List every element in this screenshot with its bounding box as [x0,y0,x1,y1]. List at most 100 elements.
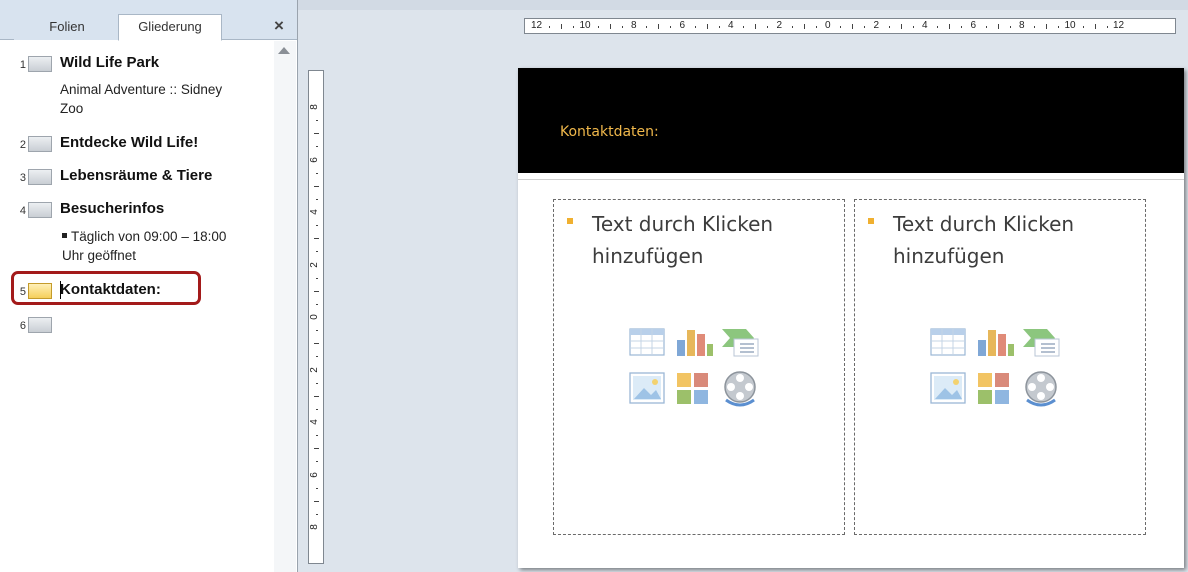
top-separator [298,0,1188,10]
slide-bullet[interactable]: Täglich von 09:00 – 18:00 Uhr geöffnet [62,227,242,265]
ruler-tick [1082,26,1084,28]
horizontal-ruler[interactable]: 12 10 8 6 4 2 0 2 4 6 8 10 12 [524,18,1176,34]
ruler-tick [961,26,963,28]
smartart-icon[interactable] [1021,326,1063,358]
ruler-label: 8 [631,20,637,31]
placeholder-text[interactable]: Text durch Klicken hinzufügen [893,208,1123,272]
media-icon[interactable] [1021,368,1061,408]
ruler-tick [316,303,318,305]
vertical-ruler[interactable]: 8 6 4 2 0 2 4 6 8 [308,70,324,564]
ruler-tick [316,461,318,463]
ruler-tick [316,330,318,332]
ruler-tick [815,26,817,28]
slide-thumbnail-icon[interactable] [28,169,52,185]
text-cursor [60,281,61,299]
chart-icon[interactable] [674,326,716,358]
slide-title-text[interactable]: Kontaktdaten: [560,124,659,140]
slide-title[interactable]: Besucherinfos [60,200,164,217]
ruler-tick [316,277,318,279]
ruler-label: 10 [1064,20,1076,31]
ruler-tick [949,24,951,29]
ruler-tick [755,24,757,29]
ruler-label: 12 [1113,20,1125,31]
slide-thumbnail-icon[interactable] [28,56,52,72]
ruler-tick [706,24,708,29]
slide-title[interactable]: Entdecke Wild Life! [60,134,198,151]
ruler-tick [316,198,318,200]
ruler-label: 4 [308,209,320,215]
ruler-tick [997,24,999,29]
clipart-icon[interactable] [975,370,1015,406]
ruler-tick [316,146,318,148]
ruler-tick [316,356,318,358]
ruler-tick [864,26,866,28]
ruler-tick [314,343,319,345]
pane-tabbar: Folien Gliederung × [0,0,297,41]
tab-gliederung[interactable]: Gliederung [118,14,222,41]
close-pane-icon[interactable]: × [270,17,288,35]
picture-icon[interactable] [929,370,969,406]
chart-icon[interactable] [975,326,1017,358]
outline-scrollbar[interactable] [274,41,296,572]
tab-folien[interactable]: Folien [14,14,120,40]
scroll-up-arrow-icon[interactable] [278,47,290,54]
bullet-square-icon [62,232,67,238]
ruler-tick [316,487,318,489]
smartart-icon[interactable] [720,326,762,358]
ruler-label: 4 [308,419,320,425]
ruler-tick [314,500,319,502]
ruler-tick [1046,24,1048,29]
slide-thumbnail-icon[interactable] [28,202,52,218]
ruler-tick [1106,26,1108,28]
ruler-label: 6 [308,156,320,163]
slide-thumbnail-icon[interactable] [28,317,52,333]
ruler-tick [718,26,720,28]
slide-thumbnail-icon[interactable] [28,136,52,152]
ruler-tick [316,120,318,122]
table-icon[interactable] [929,326,969,358]
content-placeholder-right[interactable]: Text durch Klicken hinzufügen [854,199,1146,535]
outline-pane: Folien Gliederung × 1 Wild Life Park Ani… [0,0,298,572]
ruler-label: 2 [308,261,320,268]
slide-number: 2 [19,139,26,151]
placeholder-text[interactable]: Text durch Klicken hinzufügen [592,208,822,272]
table-icon[interactable] [628,326,668,358]
ruler-tick [314,290,319,292]
slide-editing-area: 12 10 8 6 4 2 0 2 4 6 8 10 12 8 6 4 2 0 2 4 6 8 Kontaktdaten… [298,0,1188,572]
ruler-label: 8 [308,524,320,530]
ruler-tick [1034,26,1036,28]
ruler-label: 6 [970,20,977,31]
ruler-tick [549,26,551,28]
ruler-tick [597,26,599,28]
ruler-tick [314,185,319,187]
content-icon-group [628,326,762,412]
bullet-icon [567,218,573,224]
ruler-tick [316,408,318,410]
ruler-tick [743,26,745,28]
selection-highlight [11,271,201,305]
ruler-label: 10 [579,20,591,31]
ruler-tick [621,26,623,28]
ruler-label: 2 [776,20,783,31]
ruler-tick [561,24,563,29]
ruler-label: 8 [308,104,320,110]
ruler-tick [314,238,319,240]
slide-title[interactable]: Lebensräume & Tiere [60,167,212,184]
clipart-icon[interactable] [674,370,714,406]
slide-number: 1 [19,59,26,71]
slide-title[interactable]: Wild Life Park [60,54,159,71]
ruler-tick [1094,24,1096,29]
ruler-tick [912,26,914,28]
slide-divider [518,173,1184,180]
media-icon[interactable] [720,368,760,408]
ruler-label: 0 [308,314,320,320]
ruler-label: 4 [922,20,928,31]
picture-icon[interactable] [628,370,668,406]
slide-body-text[interactable]: Animal Adventure :: Sidney Zoo [60,80,240,118]
ruler-tick [803,24,805,29]
slide-canvas: Kontaktdaten: Text durch Klicken hinzufü… [518,68,1184,568]
ruler-tick [900,24,902,29]
content-placeholder-left[interactable]: Text durch Klicken hinzufügen [553,199,845,535]
bullet-icon [868,218,874,224]
ruler-tick [573,26,575,28]
